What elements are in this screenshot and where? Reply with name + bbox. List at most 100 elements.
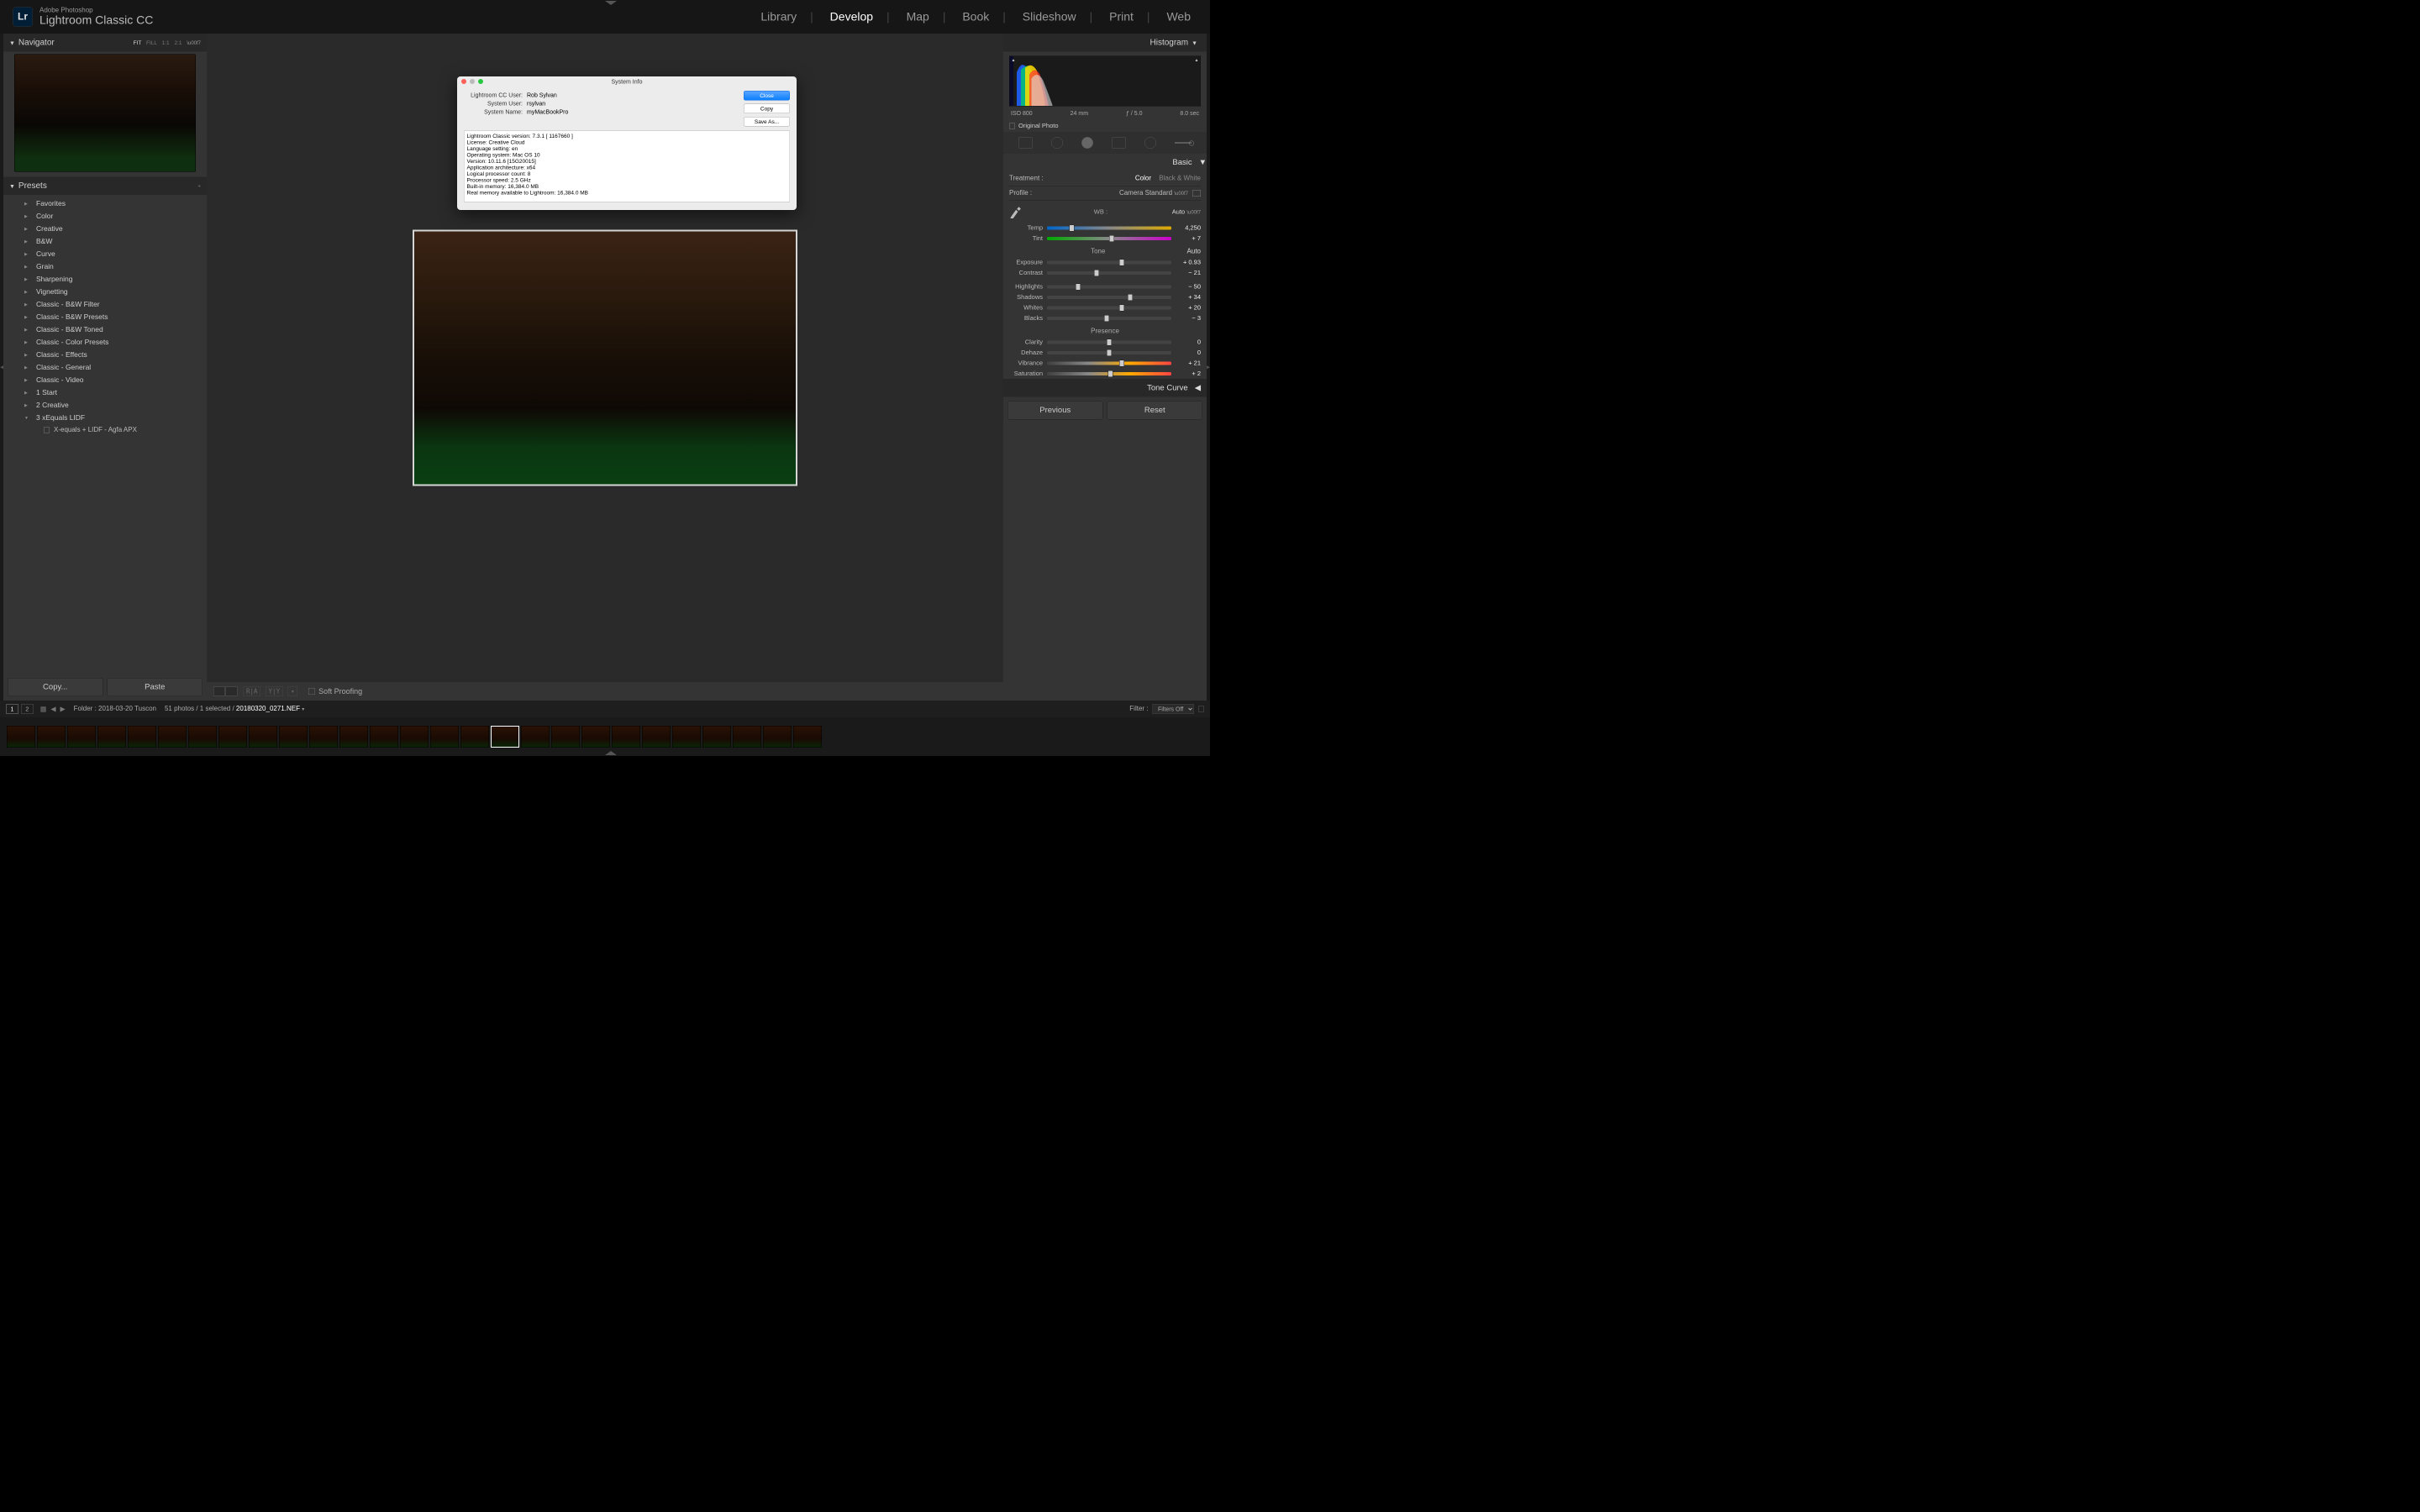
- saturation-value[interactable]: + 2: [1176, 370, 1201, 378]
- filmstrip[interactable]: [0, 717, 1210, 756]
- close-window-icon[interactable]: [461, 79, 466, 84]
- preset-group-open[interactable]: 3 xEquals LIDF: [3, 412, 207, 424]
- filmstrip-thumb[interactable]: [460, 726, 489, 748]
- preset-group[interactable]: Curve: [3, 248, 207, 260]
- folder-name[interactable]: 2018-03-20 Tuscon: [98, 706, 156, 713]
- histogram-graph[interactable]: ▲ ▲: [1009, 56, 1201, 107]
- module-library[interactable]: Library: [760, 10, 797, 24]
- spot-tool-icon[interactable]: [1051, 137, 1063, 149]
- blacks-value[interactable]: − 3: [1176, 315, 1201, 323]
- contrast-slider[interactable]: [1047, 271, 1171, 275]
- filmstrip-thumb[interactable]: [309, 726, 338, 748]
- add-preset-icon[interactable]: +: [197, 183, 201, 190]
- preset-item[interactable]: X-equals + LIDF - Agfa APX: [3, 424, 207, 436]
- module-develop[interactable]: Develop: [830, 10, 873, 24]
- dialog-titlebar[interactable]: System Info: [457, 76, 797, 87]
- filmstrip-thumb[interactable]: [370, 726, 398, 748]
- filmstrip-thumb[interactable]: [642, 726, 671, 748]
- clarity-value[interactable]: 0: [1176, 339, 1201, 346]
- vibrance-slider[interactable]: [1047, 361, 1171, 365]
- module-web[interactable]: Web: [1166, 10, 1191, 24]
- filmstrip-thumb[interactable]: [339, 726, 368, 748]
- preset-group[interactable]: Sharpening: [3, 273, 207, 286]
- chevron-down-icon[interactable]: \u00f7: [187, 40, 201, 46]
- view-mode-toggle[interactable]: [213, 687, 238, 696]
- clipping-indicator-left-icon[interactable]: ▲: [1012, 58, 1016, 63]
- dialog-save-as-button[interactable]: Save As...: [744, 117, 790, 127]
- filmstrip-thumb[interactable]: [551, 726, 580, 748]
- preset-group[interactable]: Favorites: [3, 197, 207, 210]
- presets-header[interactable]: ▼ Presets +: [3, 177, 207, 196]
- filmstrip-thumb[interactable]: [521, 726, 550, 748]
- contrast-value[interactable]: − 21: [1176, 270, 1201, 277]
- filmstrip-thumb[interactable]: [702, 726, 731, 748]
- view-options[interactable]: R|AY|Y▾: [244, 686, 298, 696]
- filmstrip-thumb[interactable]: [67, 726, 96, 748]
- preset-group[interactable]: Classic - B&W Presets: [3, 311, 207, 323]
- preset-group[interactable]: Classic - Effects: [3, 349, 207, 361]
- nav-fit[interactable]: FIT: [134, 39, 142, 46]
- filmstrip-thumb[interactable]: [279, 726, 308, 748]
- module-slideshow[interactable]: Slideshow: [1023, 10, 1076, 24]
- current-filename[interactable]: 20180320_0271.NEF: [236, 706, 300, 713]
- paste-button[interactable]: Paste: [108, 678, 203, 696]
- zoom-window-icon[interactable]: [478, 79, 483, 84]
- copy-button[interactable]: Copy...: [8, 678, 103, 696]
- soft-proofing-toggle[interactable]: Soft Proofing: [308, 687, 362, 696]
- treatment-color[interactable]: Color: [1135, 175, 1151, 182]
- system-info-text[interactable]: [464, 131, 790, 202]
- crop-tool-icon[interactable]: [1018, 137, 1033, 149]
- dialog-close-button[interactable]: Close: [744, 91, 790, 101]
- filmstrip-thumb[interactable]: [793, 726, 822, 748]
- collapse-right[interactable]: [1207, 34, 1210, 701]
- exposure-value[interactable]: + 0.93: [1176, 259, 1201, 266]
- preset-group[interactable]: Classic - Video: [3, 374, 207, 386]
- filter-lock-icon[interactable]: [1198, 706, 1204, 712]
- shadows-slider[interactable]: [1047, 296, 1171, 299]
- gradient-tool-icon[interactable]: [1112, 137, 1126, 149]
- filmstrip-thumb[interactable]: [733, 726, 761, 748]
- whites-value[interactable]: + 20: [1176, 304, 1201, 312]
- redeye-tool-icon[interactable]: [1081, 137, 1093, 149]
- nav-fill[interactable]: FILL: [146, 39, 157, 46]
- module-print[interactable]: Print: [1109, 10, 1134, 24]
- eyedropper-icon[interactable]: [1009, 205, 1021, 218]
- navigator-thumbnail[interactable]: [14, 55, 196, 172]
- preset-group[interactable]: Vignetting: [3, 286, 207, 298]
- saturation-slider[interactable]: [1047, 372, 1171, 375]
- preset-group[interactable]: Creative: [3, 223, 207, 235]
- source-1[interactable]: 1: [6, 705, 18, 714]
- filmstrip-thumb[interactable]: [763, 726, 792, 748]
- temp-value[interactable]: 4,250: [1176, 224, 1201, 232]
- prev-photo-icon[interactable]: ◀: [50, 705, 55, 713]
- module-map[interactable]: Map: [907, 10, 929, 24]
- chevron-down-icon[interactable]: ▾: [302, 706, 304, 712]
- basic-header[interactable]: Basic ▼: [1003, 154, 1207, 171]
- preset-group[interactable]: Classic - B&W Filter: [3, 298, 207, 311]
- filmstrip-thumb[interactable]: [218, 726, 247, 748]
- preset-group[interactable]: Color: [3, 210, 207, 223]
- reset-button[interactable]: Reset: [1107, 402, 1203, 420]
- filmstrip-thumb[interactable]: [37, 726, 66, 748]
- brush-tool-icon[interactable]: [1175, 143, 1192, 144]
- grid-view-icon[interactable]: ▦: [40, 705, 47, 713]
- module-book[interactable]: Book: [962, 10, 989, 24]
- previous-button[interactable]: Previous: [1007, 402, 1103, 420]
- tone-curve-header[interactable]: Tone Curve ◀: [1003, 379, 1207, 397]
- dehaze-value[interactable]: 0: [1176, 349, 1201, 357]
- tint-slider[interactable]: [1047, 237, 1171, 240]
- source-2[interactable]: 2: [21, 705, 34, 714]
- clarity-slider[interactable]: [1047, 340, 1171, 344]
- highlights-value[interactable]: − 50: [1176, 283, 1201, 291]
- filmstrip-thumb[interactable]: [188, 726, 217, 748]
- blacks-slider[interactable]: [1047, 317, 1171, 320]
- filmstrip-thumb[interactable]: [128, 726, 156, 748]
- filmstrip-thumb[interactable]: [430, 726, 459, 748]
- preset-group[interactable]: Grain: [3, 260, 207, 273]
- checkbox-icon[interactable]: [308, 688, 315, 695]
- filmstrip-thumb[interactable]: [249, 726, 277, 748]
- tone-auto-button[interactable]: Auto: [1187, 248, 1201, 255]
- preset-group[interactable]: 2 Creative: [3, 399, 207, 412]
- dialog-copy-button[interactable]: Copy: [744, 104, 790, 114]
- highlights-slider[interactable]: [1047, 285, 1171, 288]
